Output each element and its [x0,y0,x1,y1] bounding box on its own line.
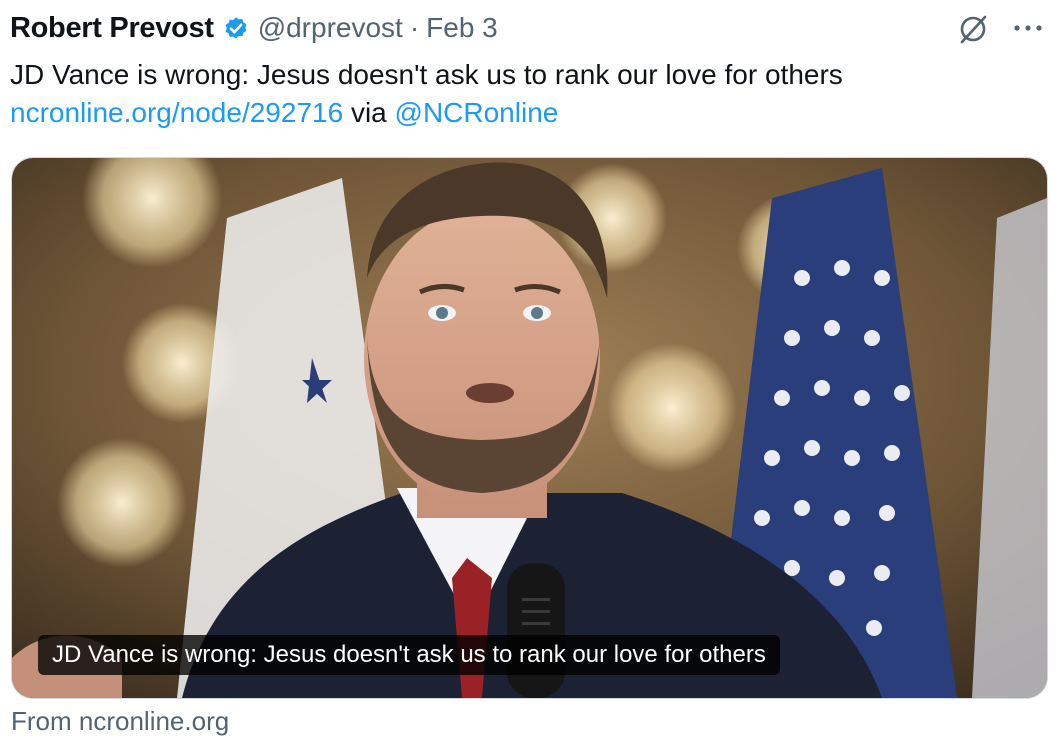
author-handle[interactable]: @drprevost [258,12,403,44]
grok-icon[interactable] [956,12,990,46]
link-card[interactable]: JD Vance is wrong: Jesus doesn't ask us … [11,157,1048,699]
via-label: via [350,97,387,128]
card-caption[interactable]: JD Vance is wrong: Jesus doesn't ask us … [38,635,780,675]
header-separator: · [409,12,420,43]
tweet-text-line: JD Vance is wrong: Jesus doesn't ask us … [10,59,843,90]
article-link[interactable]: ncronline.org/node/292716 [10,97,343,128]
verified-badge-icon[interactable] [222,14,250,42]
via-mention-link[interactable]: @NCRonline [395,97,559,128]
tweet-date[interactable]: Feb 3 [426,12,498,44]
tweet-text: JD Vance is wrong: Jesus doesn't ask us … [10,56,1040,132]
author-name[interactable]: Robert Prevost [10,12,214,45]
card-source[interactable]: From ncronline.org [11,706,229,737]
more-icon[interactable] [1008,14,1048,42]
tweet-header: Robert Prevost @drprevost · Feb 3 [10,8,498,48]
tweet-text-line-links: ncronline.org/node/292716 via @NCRonline [10,94,1040,132]
card-image[interactable] [12,158,1047,698]
